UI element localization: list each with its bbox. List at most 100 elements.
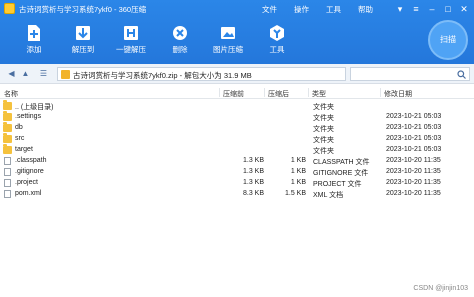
column-header-date[interactable]: 修改日期 [384, 89, 412, 99]
address-row: ◀ ▲ ☰ 古诗词赏析与学习系统7ykf0.zip - 解包大小为 31.9 M… [0, 64, 474, 84]
cell-type: 文件夹 [313, 104, 334, 111]
one-click-extract-button[interactable]: 一键解压 [109, 22, 153, 60]
add-button[interactable]: 添加 [12, 22, 56, 60]
cell-type: 文件夹 [313, 148, 334, 155]
file-icon [4, 190, 11, 198]
menu-file[interactable]: 文件 [262, 4, 277, 15]
app-zip-icon [4, 3, 15, 14]
column-header-before[interactable]: 压缩前 [223, 89, 244, 99]
table-row[interactable]: src 文件夹 2023-10-21 05:03 [0, 133, 474, 145]
maximize-icon[interactable]: □ [442, 3, 454, 15]
cell-type: 文件夹 [313, 115, 334, 122]
menu-help[interactable]: 帮助 [358, 4, 373, 15]
search-icon[interactable] [457, 70, 466, 79]
menu-tools[interactable]: 工具 [326, 4, 341, 15]
address-bar[interactable]: 古诗词赏析与学习系统7ykf0.zip - 解包大小为 31.9 MB V ▼ [57, 67, 400, 81]
cell-name: pom.xml [15, 190, 42, 197]
cell-name: .classpath [15, 157, 47, 164]
cell-type: 文件夹 [313, 137, 334, 144]
folder-icon [3, 122, 12, 132]
scan-label: 扫描 [440, 35, 456, 44]
back-arrow-icon[interactable]: ◀ [6, 68, 17, 80]
window-title: 古诗词赏析与学习系统7ykf0 - 360压缩 [19, 5, 147, 14]
cell-size-before: 8.3 KB [242, 190, 264, 197]
cell-size-before: 1.3 KB [242, 157, 264, 164]
list-view-icon[interactable]: ☰ [38, 68, 49, 80]
cell-name: .project [15, 179, 38, 186]
table-row[interactable]: .. (上级目录) 文件夹 [0, 100, 474, 112]
toolbar: 添加 解压到 一键解压 删除 图片压缩 工具 [0, 20, 474, 64]
table-row[interactable]: target 文件夹 2023-10-21 05:03 [0, 144, 474, 156]
cell-date: 2023-10-21 05:03 [386, 135, 442, 142]
column-header-type[interactable]: 类型 [312, 89, 326, 99]
cell-type: PROJECT 文件 [313, 181, 362, 188]
cell-name: .settings [15, 113, 42, 120]
table-row[interactable]: .settings 文件夹 2023-10-21 05:03 [0, 111, 474, 123]
cell-type: GITIGNORE 文件 [313, 170, 369, 177]
file-icon [4, 179, 11, 187]
one-click-extract-label: 一键解压 [116, 45, 146, 54]
scan-button[interactable]: 扫描 [428, 20, 468, 60]
image-compress-button[interactable]: 图片压缩 [206, 22, 250, 60]
skin-icon[interactable]: ▾ [394, 3, 406, 15]
folder-icon [3, 133, 12, 143]
status-bar: CSDN @jinjin103 [0, 285, 474, 297]
folder-icon [3, 111, 12, 121]
delete-label: 删除 [172, 45, 188, 54]
extract-to-label: 解压到 [71, 45, 95, 54]
table-row[interactable]: db 文件夹 2023-10-21 05:03 [0, 122, 474, 134]
tools-button[interactable]: 工具 [255, 22, 299, 60]
image-compress-icon [221, 27, 235, 39]
folder-icon [3, 100, 12, 110]
table-header: 名称 压缩前 压缩后 类型 修改日期 [0, 86, 474, 99]
cell-name: .. (上级目录) [15, 104, 54, 111]
cell-date: 2023-10-21 05:03 [386, 146, 442, 153]
cell-date: 2023-10-20 11:35 [386, 179, 441, 186]
cell-type: 文件夹 [313, 126, 334, 133]
settings-menu-icon[interactable]: ≡ [410, 3, 422, 15]
cell-date: 2023-10-21 05:03 [386, 113, 442, 120]
cell-size-after: 1.5 KB [284, 190, 306, 197]
tools-label: 工具 [269, 45, 285, 54]
table-row[interactable]: .classpath 1.3 KB 1 KB CLASSPATH 文件 2023-10-… [0, 156, 474, 167]
table-row[interactable]: .project 1.3 KB 1 KB PROJECT 文件 2023-10-20 1… [0, 178, 474, 189]
image-compress-label: 图片压缩 [213, 45, 243, 54]
column-divider[interactable] [308, 88, 309, 97]
file-table: 名称 压缩前 压缩后 类型 修改日期 .. (上级目录) 文件夹 .settings… [0, 86, 474, 286]
cell-size-after: 1 KB [290, 157, 306, 164]
column-header-name[interactable]: 名称 [4, 89, 18, 99]
delete-button[interactable]: 删除 [158, 22, 202, 60]
column-divider[interactable] [264, 88, 265, 97]
column-divider[interactable] [380, 88, 381, 97]
cell-size-before: 1.3 KB [242, 168, 264, 175]
close-icon[interactable]: ✕ [458, 3, 470, 15]
cell-type: CLASSPATH 文件 [313, 159, 370, 166]
folder-icon [3, 144, 12, 154]
delete-icon [173, 26, 187, 40]
up-arrow-icon[interactable]: ▲ [20, 68, 31, 80]
cell-date: 2023-10-20 11:35 [386, 190, 441, 197]
extract-to-icon [76, 26, 90, 40]
cell-name: target [15, 146, 33, 153]
extract-to-button[interactable]: 解压到 [61, 22, 105, 60]
menu-operate[interactable]: 操作 [294, 4, 309, 15]
cell-date: 2023-10-21 05:03 [386, 124, 442, 131]
add-label: 添加 [26, 45, 42, 54]
cell-name: .gitignore [15, 168, 44, 175]
table-row[interactable]: pom.xml 8.3 KB 1.5 KB XML 文档 2023-10-20 11:3… [0, 189, 474, 200]
cell-name: src [15, 135, 25, 142]
search-input[interactable] [350, 67, 470, 81]
cell-name: db [15, 124, 23, 131]
cell-date: 2023-10-20 11:35 [386, 168, 441, 175]
cell-type: XML 文档 [313, 192, 344, 199]
file-icon [4, 157, 11, 165]
table-row[interactable]: .gitignore 1.3 KB 1 KB GITIGNORE 文件 2023-10-… [0, 167, 474, 178]
column-divider[interactable] [219, 88, 220, 97]
file-icon [4, 168, 11, 176]
one-click-extract-icon [124, 26, 138, 40]
cell-date: 2023-10-20 11:35 [386, 157, 441, 164]
minimize-icon[interactable]: – [426, 3, 438, 15]
watermark: CSDN @jinjin103 [413, 285, 468, 292]
cell-size-after: 1 KB [290, 168, 306, 175]
column-header-after[interactable]: 压缩后 [268, 89, 289, 99]
